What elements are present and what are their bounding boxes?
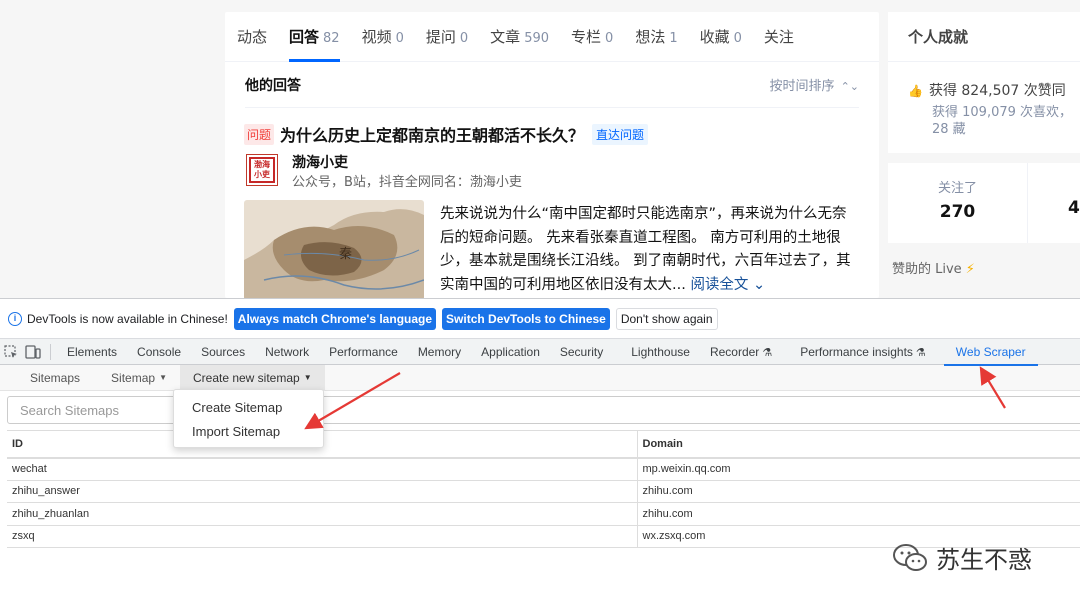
lightning-icon: ⚡ bbox=[965, 262, 975, 277]
tab-activity[interactable]: 动态 bbox=[237, 12, 267, 62]
likes-count: 👍 获得 824,507 次赞同 bbox=[908, 83, 1066, 99]
achievement-title: 个人成就 bbox=[888, 12, 1080, 62]
answer-author: 渤海 小吏 渤海小吏 公众号，B站，抖音全网同名：渤海小吏 bbox=[246, 154, 879, 192]
create-sitemap-menu: Create Sitemap Import Sitemap bbox=[173, 389, 324, 448]
follow-stats-card: 关注了 270 4 bbox=[888, 163, 1080, 243]
answer-map-image[interactable]: 秦 bbox=[244, 200, 424, 298]
nav-create-sitemap-dropdown[interactable]: Create new sitemap ▼ bbox=[179, 364, 325, 391]
tab-console[interactable]: Console bbox=[127, 339, 191, 365]
tab-memory[interactable]: Memory bbox=[408, 339, 471, 365]
device-toolbar-icon[interactable] bbox=[22, 339, 44, 365]
sponsored-live[interactable]: 赞助的 Live ⚡ bbox=[892, 258, 975, 277]
profile-tabs: 动态 回答 82 视频 0 提问 0 文章 590 专栏 0 想法 1 收藏 0 关注 bbox=[225, 12, 879, 62]
tab-videos[interactable]: 视频 0 bbox=[362, 12, 404, 62]
caret-down-icon: ▼ bbox=[303, 373, 312, 383]
tab-application[interactable]: Application bbox=[471, 339, 550, 365]
experiment-flask-icon: ⚗ bbox=[762, 346, 773, 359]
toolbar-divider bbox=[50, 343, 51, 360]
infobar-text: DevTools is now available in Chinese! bbox=[27, 311, 228, 326]
wechat-watermark: 苏生不惑 bbox=[892, 540, 1032, 575]
answer-content: 秦 先来说说为什么“南中国定都时只能选南京”，再来说为什么无奈后的短命问题。 先… bbox=[244, 200, 879, 298]
menu-item-import-sitemap[interactable]: Import Sitemap bbox=[174, 420, 323, 444]
section-title: 他的回答 bbox=[245, 77, 301, 94]
followers-stat[interactable]: 4 bbox=[1028, 163, 1080, 243]
info-icon: i bbox=[8, 311, 22, 326]
avatar-seal: 渤海 小吏 bbox=[249, 157, 275, 183]
tab-elements[interactable]: Elements bbox=[57, 339, 127, 365]
sort-dropdown[interactable]: 按时间排序 ⌃⌄ bbox=[770, 75, 859, 94]
nav-sitemap-dropdown[interactable]: Sitemap ▼ bbox=[93, 365, 180, 391]
thumbs-up-icon: 👍 bbox=[908, 84, 923, 98]
go-to-question-link[interactable]: 直达问题 bbox=[592, 123, 649, 145]
tab-performance-insights[interactable]: Performance insights ⚗ bbox=[790, 339, 936, 365]
search-sitemaps-input[interactable]: Search Sitemaps bbox=[7, 396, 1080, 424]
nav-sitemaps[interactable]: Sitemaps bbox=[2, 365, 93, 391]
achievement-card: 个人成就 👍 获得 824,507 次赞同 获得 109,079 次喜欢，28 藏 bbox=[888, 12, 1080, 153]
menu-item-create-sitemap[interactable]: Create Sitemap bbox=[174, 396, 323, 420]
wechat-icon bbox=[893, 543, 927, 571]
tab-security[interactable]: Security bbox=[550, 339, 613, 365]
tab-collections[interactable]: 收藏 0 bbox=[700, 12, 742, 62]
watermark-text: 苏生不惑 bbox=[936, 546, 1032, 574]
tab-lighthouse[interactable]: Lighthouse bbox=[621, 339, 700, 365]
caret-down-icon: ▼ bbox=[159, 373, 167, 383]
tab-answers[interactable]: 回答 82 bbox=[289, 12, 340, 62]
tab-articles[interactable]: 文章 590 bbox=[490, 12, 549, 62]
tab-following[interactable]: 关注 bbox=[764, 12, 794, 62]
column-header-domain[interactable]: Domain bbox=[637, 430, 1080, 459]
sort-chevron-icon: ⌃⌄ bbox=[840, 80, 859, 93]
inspect-element-icon[interactable] bbox=[0, 339, 22, 365]
author-bio: 公众号，B站，抖音全网同名：渤海小吏 bbox=[292, 175, 522, 190]
tab-questions[interactable]: 提问 0 bbox=[426, 12, 468, 62]
tab-thoughts[interactable]: 想法 1 bbox=[635, 12, 677, 62]
question-row: 问题 为什么历史上定都南京的王朝都活不长久？ 直达问题 bbox=[244, 122, 879, 146]
devtools-tabbar: Elements Console Sources Network Perform… bbox=[0, 339, 1080, 366]
web-scraper-nav: Sitemaps Sitemap ▼ Create new sitemap ▼ bbox=[0, 364, 1080, 391]
tab-columns[interactable]: 专栏 0 bbox=[571, 12, 613, 62]
tab-network[interactable]: Network bbox=[255, 339, 319, 365]
tab-recorder[interactable]: Recorder ⚗ bbox=[700, 339, 782, 365]
table-header-row: ID Domain bbox=[7, 430, 1080, 459]
table-row[interactable]: wechat mp.weixin.qq.com bbox=[7, 457, 1080, 481]
experiment-flask-icon: ⚗ bbox=[915, 346, 926, 359]
tab-performance[interactable]: Performance bbox=[319, 339, 408, 365]
read-more-link[interactable]: 阅读全文 ⌄ bbox=[690, 277, 765, 293]
question-tag: 问题 bbox=[244, 123, 275, 145]
switch-to-chinese-button[interactable]: Switch DevTools to Chinese bbox=[442, 307, 610, 330]
tab-web-scraper[interactable]: Web Scraper bbox=[943, 339, 1038, 366]
question-title[interactable]: 为什么历史上定都南京的王朝都活不长久？ bbox=[280, 122, 584, 146]
following-stat[interactable]: 关注了 270 bbox=[888, 163, 1028, 243]
always-match-language-button[interactable]: Always match Chrome's language bbox=[233, 307, 437, 330]
table-row[interactable]: zhihu_zhuanlan zhihu.com bbox=[7, 502, 1080, 526]
tab-sources[interactable]: Sources bbox=[191, 339, 255, 365]
answers-section-header: 他的回答 按时间排序 ⌃⌄ bbox=[245, 62, 859, 108]
answer-excerpt[interactable]: 先来说说为什么“南中国定都时只能选南京”，再来说为什么无奈后的短命问题。 先来看… bbox=[440, 203, 860, 298]
profile-main-card: 动态 回答 82 视频 0 提问 0 文章 590 专栏 0 想法 1 收藏 0 关注 他的回… bbox=[225, 12, 879, 298]
table-row[interactable]: zhihu_answer zhihu.com bbox=[7, 480, 1080, 503]
author-name[interactable]: 渤海小吏 bbox=[292, 154, 522, 172]
svg-text:秦: 秦 bbox=[339, 247, 352, 262]
avatar[interactable]: 渤海 小吏 bbox=[246, 154, 278, 186]
dont-show-again-button[interactable]: Don't show again bbox=[615, 307, 718, 330]
chevron-down-icon: ⌄ bbox=[753, 276, 766, 293]
language-infobar: i DevTools is now available in Chinese! … bbox=[0, 299, 1080, 339]
likes-sub: 获得 109,079 次喜欢，28 藏 bbox=[932, 105, 1073, 137]
sitemaps-table: ID Domain wechat mp.weixin.qq.com zhihu_a… bbox=[7, 430, 1080, 548]
